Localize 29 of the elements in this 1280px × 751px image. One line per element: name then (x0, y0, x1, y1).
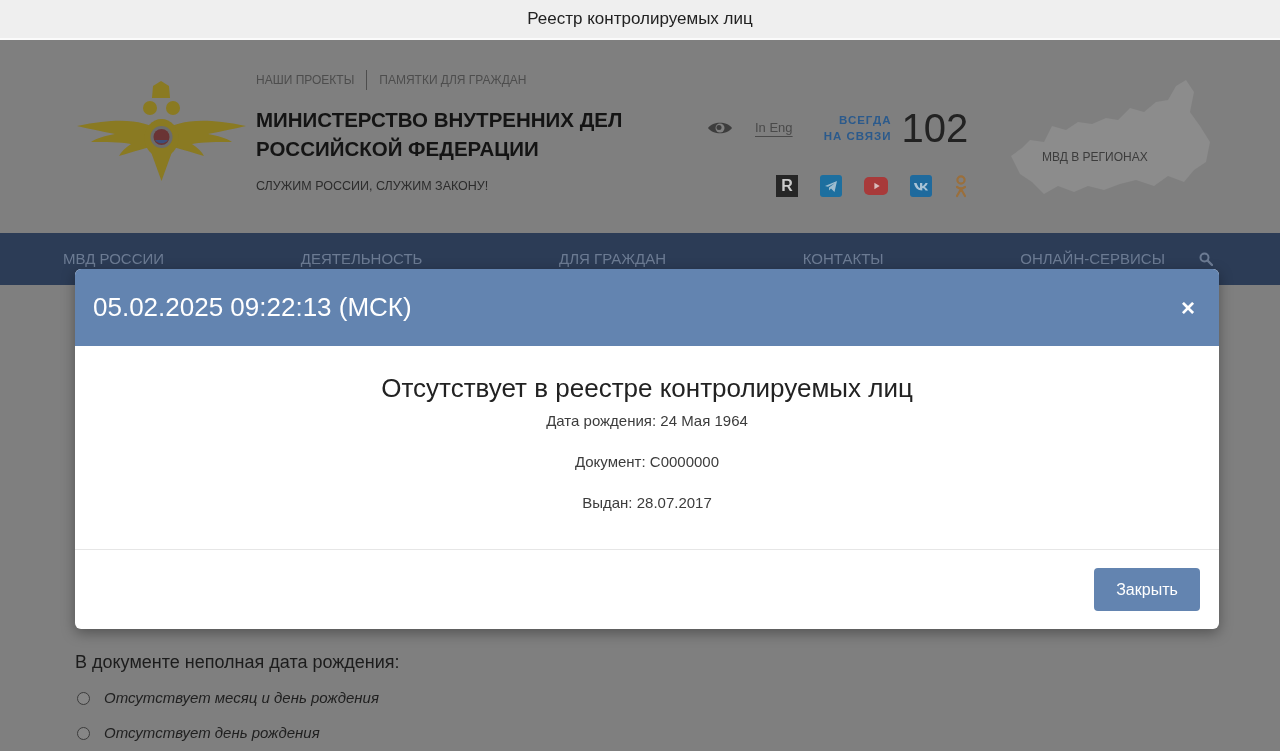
hotline-number[interactable]: 102 (901, 106, 969, 150)
nav-link[interactable]: ДЕЯТЕЛЬНОСТЬ (300, 247, 423, 271)
close-button[interactable]: × (1177, 295, 1199, 320)
detail-text: Выдан: 28.07.2017 (582, 493, 712, 513)
radio-button[interactable] (77, 691, 90, 705)
detail-text: Дата рождения: 24 Мая 1964 (546, 411, 748, 431)
search-icon[interactable] (1199, 252, 1213, 266)
nav-link[interactable]: МВД РОССИИ (63, 247, 165, 271)
nav-link[interactable]: КОНТАКТЫ (802, 247, 884, 271)
nav-link[interactable]: ОНЛАЙН-СЕРВИСЫ (1020, 247, 1165, 271)
close-modal-button[interactable]: Закрыть (1094, 568, 1200, 611)
play-icon[interactable] (864, 177, 888, 195)
detail-text: Документ: С0000000 (574, 452, 720, 472)
question-label: В документе неполная дата рождения: (75, 651, 400, 674)
letter-tile-icon[interactable]: R (776, 175, 798, 197)
eye-icon[interactable] (707, 120, 733, 136)
vk-logo-icon[interactable] (910, 175, 932, 197)
tagline: СЛУЖИМ РОССИИ, СЛУЖИМ ЗАКОНУ! (256, 178, 489, 194)
radio-label[interactable]: Отсутствует день рождения (104, 721, 320, 745)
result-heading: Отсутствует в реестре контролируемых лиц (381, 372, 913, 404)
hotline-label: ВСЕГДА НА СВЯЗИ (822, 113, 892, 144)
nav-link[interactable]: ДЛЯ ГРАЖДАН (559, 247, 667, 271)
radio-label[interactable]: Отсутствует месяц и день рождения (104, 686, 379, 710)
radio-button[interactable] (77, 726, 90, 740)
modal-title: 05.02.2025 09:22:13 (МСК) (93, 291, 412, 324)
regions-link[interactable]: МВД В РЕГИОНАХ (1042, 148, 1148, 166)
ministry-title: МИНИСТЕРСТВО ВНУТРЕННИХ ДЕЛ РОССИЙСКОЙ ФЕДЕРАЦИИ (256, 107, 624, 162)
paper-plane-icon[interactable] (820, 175, 842, 197)
window-title: Реестр контролируемых лиц (527, 8, 753, 31)
